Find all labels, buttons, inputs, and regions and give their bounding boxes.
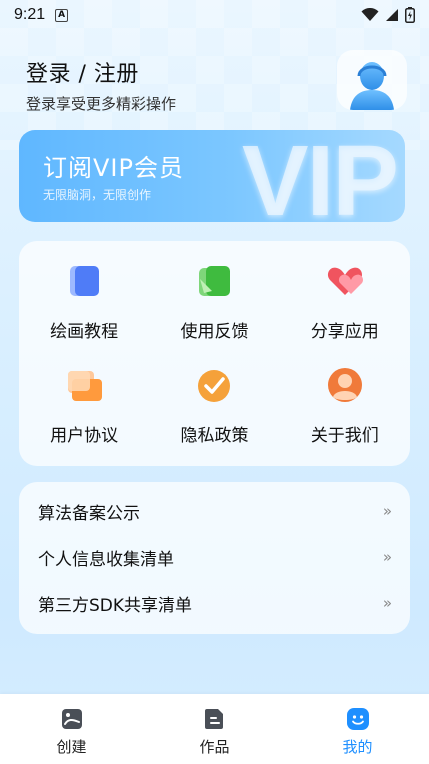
chevron-right-icon: » bbox=[382, 594, 392, 612]
tab-label: 创建 bbox=[56, 738, 87, 756]
notification-icon: A bbox=[55, 8, 69, 22]
menu-item-label: 隐私政策 bbox=[180, 426, 249, 446]
list-item-label: 第三方SDK共享清单 bbox=[38, 595, 193, 616]
tab-label: 我的 bbox=[342, 738, 373, 756]
menu-item-label: 使用反馈 bbox=[180, 322, 249, 342]
list-item-personal-info-list[interactable]: 个人信息收集清单 » bbox=[19, 534, 410, 580]
list-item-third-party-sdk[interactable]: 第三方SDK共享清单 » bbox=[19, 580, 410, 626]
menu-item-feedback[interactable]: 使用反馈 bbox=[149, 261, 279, 365]
info-links-card: 算法备案公示 » 个人信息收集清单 » 第三方SDK共享清单 » bbox=[19, 482, 410, 634]
heart-icon bbox=[325, 261, 365, 301]
person-icon bbox=[325, 365, 365, 405]
menu-item-label: 分享应用 bbox=[310, 322, 379, 342]
image-icon bbox=[61, 709, 82, 729]
menu-item-label: 绘画教程 bbox=[50, 322, 119, 342]
menu-item-privacy-policy[interactable]: 隐私政策 bbox=[149, 365, 279, 469]
avatar[interactable] bbox=[337, 50, 407, 110]
vip-subtitle: 无限脑洞，无限创作 bbox=[43, 188, 152, 202]
smiley-icon bbox=[346, 708, 369, 730]
list-item-label: 个人信息收集清单 bbox=[38, 549, 174, 570]
vip-title: 订阅VIP会员 bbox=[43, 154, 184, 182]
feedback-icon bbox=[194, 261, 234, 301]
list-item-algorithm-filing[interactable]: 算法备案公示 » bbox=[19, 488, 410, 534]
tab-label: 作品 bbox=[199, 738, 230, 756]
signal-icon bbox=[386, 9, 398, 21]
document-icon bbox=[204, 709, 223, 729]
chevron-right-icon: » bbox=[382, 502, 392, 520]
menu-item-user-agreement[interactable]: 用户协议 bbox=[19, 365, 149, 469]
status-time: 9:21 bbox=[14, 6, 46, 23]
vip-watermark: VIP bbox=[241, 130, 399, 222]
menu-item-label: 关于我们 bbox=[310, 426, 379, 446]
menu-item-about-us[interactable]: 关于我们 bbox=[280, 365, 410, 469]
wifi-icon bbox=[361, 8, 379, 21]
chat-bubble-icon bbox=[64, 365, 104, 405]
battery-icon bbox=[405, 7, 415, 23]
menu-item-drawing-tutorial[interactable]: 绘画教程 bbox=[19, 261, 149, 365]
list-item-label: 算法备案公示 bbox=[38, 503, 140, 524]
status-bar: 9:21 A bbox=[0, 0, 429, 30]
default-avatar-icon bbox=[350, 62, 394, 110]
feature-menu-card: 绘画教程 使用反馈 分享应用 用户协议 隐私政策 关于我们 bbox=[19, 241, 410, 466]
login-subtitle: 登录享受更多精彩操作 bbox=[26, 95, 177, 113]
tab-mine[interactable]: 我的 bbox=[286, 694, 429, 764]
tab-works[interactable]: 作品 bbox=[143, 694, 286, 764]
bottom-tab-bar: 创建 作品 我的 bbox=[0, 694, 429, 764]
check-circle-icon bbox=[194, 365, 234, 405]
book-icon bbox=[64, 261, 104, 301]
menu-item-label: 用户协议 bbox=[50, 426, 119, 446]
menu-item-share-app[interactable]: 分享应用 bbox=[280, 261, 410, 365]
chevron-right-icon: » bbox=[382, 548, 392, 566]
vip-subscribe-banner[interactable]: VIP 订阅VIP会员 无限脑洞，无限创作 bbox=[19, 130, 405, 222]
login-register-link[interactable]: 登录 / 注册 bbox=[26, 56, 139, 88]
tab-create[interactable]: 创建 bbox=[0, 694, 143, 764]
